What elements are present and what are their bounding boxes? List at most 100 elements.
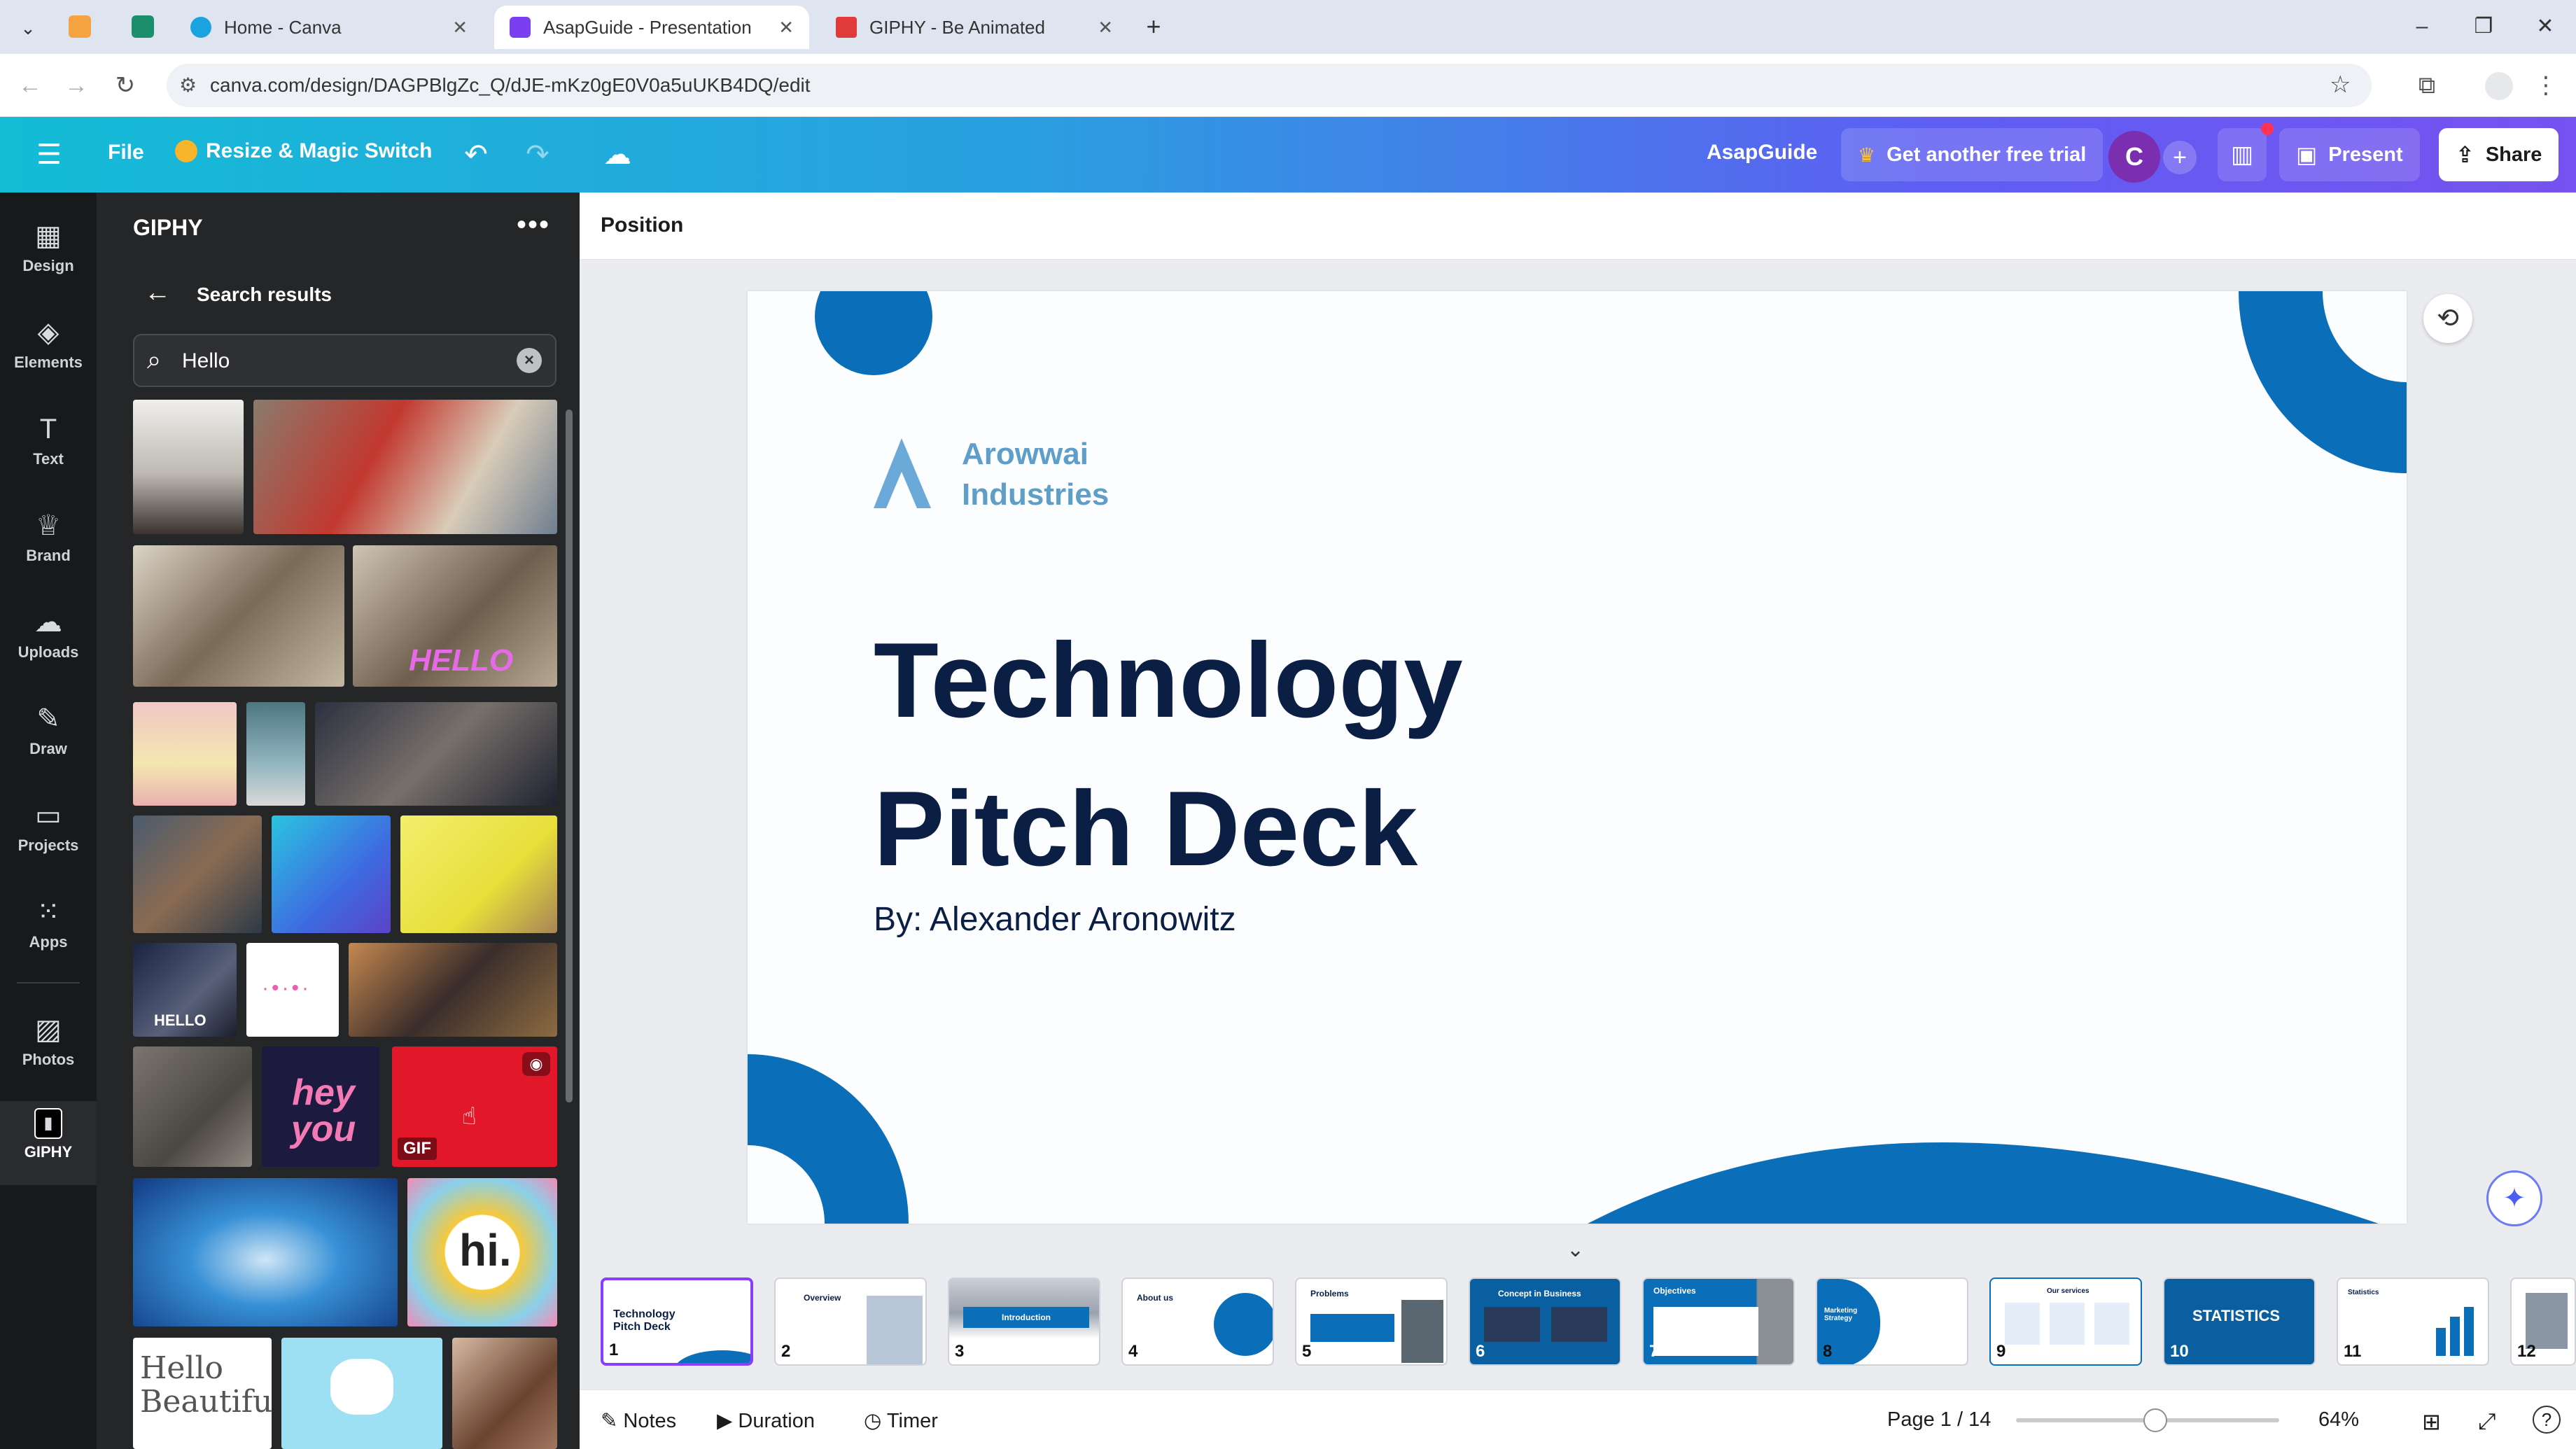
page-thumbnail[interactable]: Statistics 11 (2337, 1278, 2489, 1366)
zoom-level[interactable]: 64% (2318, 1408, 2359, 1432)
gif-result-dark-scene[interactable] (315, 702, 557, 806)
gif-result-red-cap[interactable] (253, 400, 557, 534)
gif-result-hi[interactable]: hi. (407, 1178, 557, 1326)
gif-result-hey-you[interactable]: hey you (262, 1046, 379, 1167)
notes-button[interactable]: ✎ Notes (601, 1408, 676, 1433)
gif-result-shark[interactable] (133, 1178, 398, 1326)
page-thumbnail[interactable]: Our services 9 (1989, 1278, 2142, 1366)
magic-assistant-icon[interactable]: ✦ (2486, 1170, 2542, 1226)
gif-result-yellow-puppet[interactable] (400, 816, 557, 933)
add-collaborator-icon[interactable]: + (2163, 141, 2197, 174)
duration-button[interactable]: ▶ Duration (717, 1408, 815, 1433)
slide-title[interactable]: Technology Pitch Deck (874, 606, 1463, 903)
url-bar[interactable]: ⚙ canva.com/design/DAGPBlgZc_Q/dJE-mKz0g… (167, 64, 2372, 107)
gif-result-bird[interactable] (133, 702, 237, 806)
site-info-icon[interactable]: ⚙ (179, 74, 197, 97)
minimize-icon[interactable]: – (2401, 11, 2443, 42)
help-icon[interactable]: ? (2533, 1406, 2561, 1434)
pinned-tab-icon[interactable] (132, 15, 154, 38)
rail-item-text[interactable]: T Text (0, 405, 97, 489)
fullscreen-icon[interactable]: ⤢ (2478, 1408, 2496, 1435)
rail-item-photos[interactable]: ▨ Photos (0, 1006, 97, 1090)
rail-item-design[interactable]: ▦ Design (0, 212, 97, 296)
add-comment-icon[interactable]: ⟲ (2423, 294, 2472, 343)
gif-result-batman[interactable] (349, 943, 557, 1037)
rail-item-giphy[interactable]: ▮ GIPHY (0, 1101, 97, 1185)
rail-item-projects[interactable]: ▭ Projects (0, 792, 97, 876)
new-tab-icon[interactable]: + (1140, 13, 1168, 41)
grid-view-icon[interactable]: ⊞ (2422, 1408, 2441, 1435)
profile-avatar[interactable] (2485, 72, 2513, 100)
reload-icon[interactable]: ↻ (109, 69, 141, 102)
analytics-button[interactable]: ▥ (2218, 128, 2267, 181)
gif-result-hello-beautiful[interactable]: Hello Beautiful (133, 1338, 272, 1449)
rail-item-apps[interactable]: ⁙ Apps (0, 888, 97, 972)
page-thumbnail[interactable]: Problems 5 (1295, 1278, 1448, 1366)
gif-result-man-hello-pink[interactable]: HELLO (353, 545, 557, 687)
resize-magic-switch-button[interactable]: Resize & Magic Switch (175, 139, 432, 163)
present-button[interactable]: ▣ Present (2279, 128, 2420, 181)
close-tab-icon[interactable]: ✕ (452, 17, 468, 38)
rail-item-elements[interactable]: ◈ Elements (0, 309, 97, 393)
search-input[interactable]: ⌕ Hello × (133, 334, 556, 387)
project-name[interactable]: AsapGuide (1707, 141, 1817, 164)
gif-result-blue-gradient[interactable] (272, 816, 391, 933)
user-avatar[interactable]: C (2108, 131, 2160, 183)
browser-tab[interactable]: Home - Canva ✕ (175, 6, 483, 49)
company-logo-text[interactable]: Arowwai Industries (962, 434, 1109, 515)
browser-tab-active[interactable]: AsapGuide - Presentation ✕ (494, 6, 809, 49)
page-indicator[interactable]: Page 1 / 14 (1887, 1408, 1991, 1432)
browser-tab[interactable]: GIPHY - Be Animated ✕ (820, 6, 1128, 49)
gif-result-cat[interactable] (133, 400, 244, 534)
undo-icon[interactable]: ↶ (458, 136, 494, 173)
close-tab-icon[interactable]: ✕ (1098, 17, 1113, 38)
forward-icon[interactable]: → (60, 69, 92, 102)
browser-menu-icon[interactable]: ⋮ (2530, 69, 2562, 102)
zoom-slider-handle[interactable] (2143, 1408, 2167, 1432)
page-thumbnail[interactable]: Introduction 3 (948, 1278, 1100, 1366)
share-button[interactable]: ⇪ Share (2439, 128, 2559, 181)
page-thumbnail[interactable]: 12 (2510, 1278, 2576, 1366)
main-menu-icon[interactable]: ☰ (31, 136, 67, 173)
cloud-save-icon[interactable]: ☁ (599, 136, 636, 173)
back-arrow-icon[interactable]: ← (144, 278, 171, 308)
close-tab-icon[interactable]: ✕ (778, 17, 794, 38)
gif-result-woman-waving[interactable] (133, 816, 262, 933)
page-thumbnail[interactable]: About us 4 (1121, 1278, 1274, 1366)
gif-result-woman-hello[interactable] (452, 1338, 557, 1449)
gif-result-cartoon-cat[interactable] (281, 1338, 442, 1449)
extensions-icon[interactable]: ⧉ (2411, 69, 2443, 102)
position-button[interactable]: Position (601, 214, 683, 237)
rail-item-draw[interactable]: ✎ Draw (0, 695, 97, 779)
slide-canvas[interactable]: Arowwai Industries Technology Pitch Deck… (748, 291, 2407, 1224)
rail-item-brand[interactable]: ♕ Brand (0, 502, 97, 586)
page-thumbnail[interactable]: Marketing Strategy 8 (1816, 1278, 1968, 1366)
gif-result-dancer[interactable] (246, 702, 305, 806)
gif-result-man-hello[interactable] (133, 545, 344, 687)
preview-eye-icon[interactable]: ◉ (522, 1052, 550, 1076)
page-thumbnail[interactable]: Objectives 7 (1642, 1278, 1795, 1366)
close-window-icon[interactable]: ✕ (2524, 11, 2566, 42)
file-menu-button[interactable]: File (108, 141, 144, 164)
gif-result-red-hovered[interactable]: ◉ GIF ☝ (392, 1046, 557, 1167)
clear-search-icon[interactable]: × (517, 348, 542, 373)
free-trial-button[interactable]: ♛ Get another free trial (1841, 128, 2104, 181)
panel-scrollbar[interactable] (566, 410, 573, 1102)
back-icon[interactable]: ← (14, 69, 46, 102)
page-thumbnail[interactable]: STATISTICS 10 (2163, 1278, 2316, 1366)
rail-item-uploads[interactable]: ☁ Uploads (0, 598, 97, 682)
more-options-icon[interactable]: ••• (517, 209, 550, 241)
page-thumbnail[interactable]: Concept in Business 6 (1469, 1278, 1621, 1366)
gif-result-hello-confetti[interactable]: ·•·•· (246, 943, 339, 1037)
page-thumbnail[interactable]: Overview 2 (774, 1278, 927, 1366)
tab-search-chevron-icon[interactable]: ⌄ (14, 14, 42, 42)
restore-icon[interactable]: ❐ (2463, 11, 2505, 42)
page-thumbnail[interactable]: Technology Pitch Deck 1 (601, 1278, 753, 1366)
pinned-tab-icon[interactable] (69, 15, 91, 38)
timer-button[interactable]: ◷ Timer (864, 1408, 938, 1433)
redo-icon[interactable]: ↷ (519, 136, 556, 173)
gif-result-gray-cat[interactable] (133, 1046, 252, 1167)
slide-author[interactable]: By: Alexander Aronowitz (874, 900, 1236, 939)
bookmark-star-icon[interactable]: ☆ (2330, 71, 2351, 99)
gif-result-hello-tv[interactable]: HELLO (133, 943, 237, 1037)
